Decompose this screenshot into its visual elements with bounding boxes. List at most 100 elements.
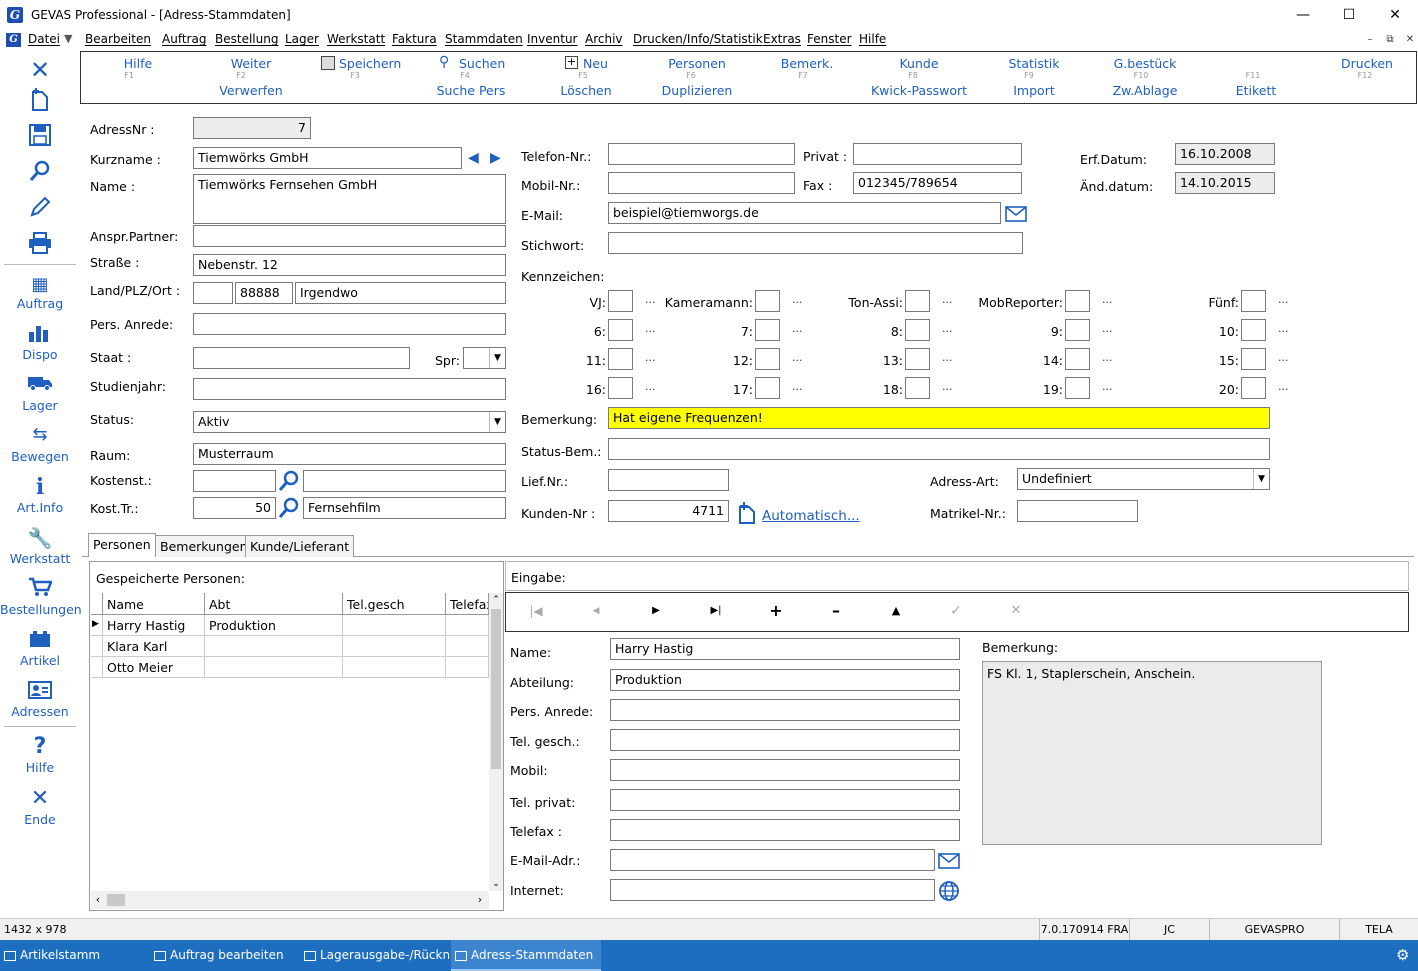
task-artikelstamm[interactable]: Artikelstamm: [0, 940, 150, 971]
kennzeichen-more-button[interactable]: ...: [1102, 380, 1113, 393]
scroll-up-icon[interactable]: ⌃: [489, 593, 503, 607]
kunden-nr-field[interactable]: 4711: [608, 500, 729, 522]
exit-icon[interactable]: ✕: [0, 786, 80, 811]
adress-art-select[interactable]: Undefiniert ▼: [1017, 468, 1270, 490]
status-select[interactable]: Aktiv ▼: [193, 411, 506, 433]
kennzeichen-field[interactable]: [1065, 377, 1090, 399]
kennzeichen-more-button[interactable]: ...: [1278, 380, 1289, 393]
menu-bearbeiten[interactable]: Bearbeiten: [85, 32, 151, 46]
close-icon[interactable]: ✕: [0, 56, 80, 84]
adressnr-field[interactable]: 7: [193, 117, 311, 139]
persons-vertical-scrollbar[interactable]: ⌃ ⌄: [489, 593, 503, 891]
strasse-field[interactable]: Nebenstr. 12: [193, 254, 506, 276]
plz-field[interactable]: 88888: [235, 282, 293, 304]
kostenst-field[interactable]: [193, 470, 276, 492]
bemerkung-field[interactable]: Hat eigene Frequenzen!: [608, 407, 1270, 429]
entry-name-field[interactable]: Harry Hastig: [610, 638, 960, 660]
table-cell[interactable]: Klara Karl: [103, 636, 205, 657]
table-cell[interactable]: Otto Meier: [103, 657, 205, 678]
mdi-app-icon[interactable]: G: [6, 33, 21, 47]
statistik-f9-button[interactable]: Statistik: [994, 56, 1074, 71]
menu-inventur[interactable]: Inventur: [527, 32, 577, 46]
kennzeichen-field[interactable]: [905, 290, 930, 312]
kosttr-field[interactable]: 50: [193, 497, 276, 519]
menu-faktura[interactable]: Faktura: [392, 32, 437, 46]
weiter-f2-button[interactable]: Weiter: [211, 56, 291, 71]
sidebar-item-werkstatt[interactable]: Werkstatt: [0, 551, 80, 566]
cart-icon[interactable]: [0, 577, 80, 600]
entry-tel-gesch-field[interactable]: [610, 729, 960, 751]
menu-lager[interactable]: Lager: [285, 32, 319, 46]
scroll-thumb[interactable]: [491, 609, 501, 769]
aend-datum-field[interactable]: 14.10.2015: [1175, 172, 1275, 194]
last-record-icon[interactable]: ▶|: [686, 593, 746, 629]
col-header-abt[interactable]: Abt: [205, 593, 343, 615]
menu-fenster[interactable]: Fenster: [807, 32, 852, 46]
col-header-name[interactable]: Name: [103, 593, 205, 615]
erf-datum-field[interactable]: 16.10.2008: [1175, 143, 1275, 165]
kennzeichen-more-button[interactable]: ...: [1278, 351, 1289, 364]
delete-record-icon[interactable]: –: [806, 593, 866, 629]
loeschen-button[interactable]: Löschen: [546, 83, 626, 98]
wrench-icon[interactable]: 🔧: [0, 526, 80, 550]
mdi-restore-icon[interactable]: ⧉: [1382, 33, 1398, 47]
menu-datei[interactable]: Datei: [28, 32, 60, 46]
kennzeichen-field[interactable]: [1241, 377, 1266, 399]
table-cell[interactable]: [446, 657, 489, 678]
sidebar-item-hilfe[interactable]: Hilfe: [0, 760, 80, 775]
pers-anrede-field[interactable]: [193, 313, 506, 335]
kennzeichen-more-button[interactable]: ...: [792, 380, 803, 393]
task-adress-stammdaten[interactable]: Adress-Stammdaten: [451, 940, 601, 971]
kennzeichen-more-button[interactable]: ...: [792, 293, 803, 306]
col-header-telefax[interactable]: Telefax: [446, 593, 489, 615]
entry-internet-field[interactable]: [610, 879, 935, 901]
entry-mobil-field[interactable]: [610, 759, 960, 781]
chevron-down-icon[interactable]: ▼: [1253, 469, 1269, 489]
kennzeichen-more-button[interactable]: ...: [792, 351, 803, 364]
kwick-passwort-button[interactable]: Kwick-Passwort: [864, 83, 974, 98]
menu-drucken-info-statistik[interactable]: Drucken/Info/Statistik: [633, 32, 763, 46]
chevron-down-icon[interactable]: ▼: [489, 412, 505, 432]
menu-dropdown-icon[interactable]: ▼: [64, 32, 72, 45]
land-field[interactable]: [193, 282, 233, 304]
zw-ablage-button[interactable]: Zw.Ablage: [1105, 83, 1185, 98]
telefon-field[interactable]: [608, 143, 795, 165]
mdi-minimize-icon[interactable]: –: [1362, 33, 1378, 47]
menu-extras[interactable]: Extras: [763, 32, 801, 46]
g-bestueck-f10-button[interactable]: G.bestück: [1105, 56, 1185, 71]
truck-icon[interactable]: [0, 375, 80, 394]
prev-address-icon[interactable]: ◀: [468, 150, 479, 166]
task-auftrag-bearbeiten[interactable]: Auftrag bearbeiten: [150, 940, 300, 971]
menu-werkstatt[interactable]: Werkstatt: [327, 32, 385, 46]
kennzeichen-more-button[interactable]: ...: [1102, 351, 1113, 364]
kennzeichen-more-button[interactable]: ...: [645, 351, 656, 364]
send-mail-icon[interactable]: [1005, 206, 1027, 225]
kennzeichen-more-button[interactable]: ...: [645, 293, 656, 306]
table-cell[interactable]: Harry Hastig: [103, 615, 205, 636]
col-header-tel-gesch[interactable]: Tel.gesch: [343, 593, 446, 615]
search-icon[interactable]: [0, 160, 80, 185]
new-document-icon[interactable]: [0, 88, 80, 115]
bar-chart-icon[interactable]: [0, 324, 80, 345]
sidebar-item-lager[interactable]: Lager: [0, 398, 80, 413]
staat-field[interactable]: [193, 347, 410, 369]
first-record-icon[interactable]: |◀: [506, 593, 566, 629]
anspr-partner-field[interactable]: [193, 225, 506, 247]
auto-number-icon[interactable]: [737, 502, 757, 527]
close-window-icon[interactable]: ✕: [1372, 0, 1418, 30]
kennzeichen-field[interactable]: [1065, 319, 1090, 341]
entry-telefax-field[interactable]: [610, 819, 960, 841]
etikett-button[interactable]: Etikett: [1216, 83, 1296, 98]
kennzeichen-field[interactable]: [755, 290, 780, 312]
kennzeichen-more-button[interactable]: ...: [645, 322, 656, 335]
entry-bemerkung-field[interactable]: FS Kl. 1, Staplerschein, Anschein.: [982, 661, 1322, 845]
raum-field[interactable]: Musterraum: [193, 443, 506, 465]
table-cell[interactable]: [205, 636, 343, 657]
table-cell[interactable]: [343, 636, 446, 657]
kennzeichen-more-button[interactable]: ...: [1278, 322, 1289, 335]
scroll-left-icon[interactable]: ‹: [91, 893, 105, 906]
sidebar-item-bestellungen[interactable]: Bestellungen: [0, 602, 82, 617]
kennzeichen-field[interactable]: [608, 290, 633, 312]
kennzeichen-more-button[interactable]: ...: [942, 351, 953, 364]
scroll-right-icon[interactable]: ›: [473, 893, 487, 906]
